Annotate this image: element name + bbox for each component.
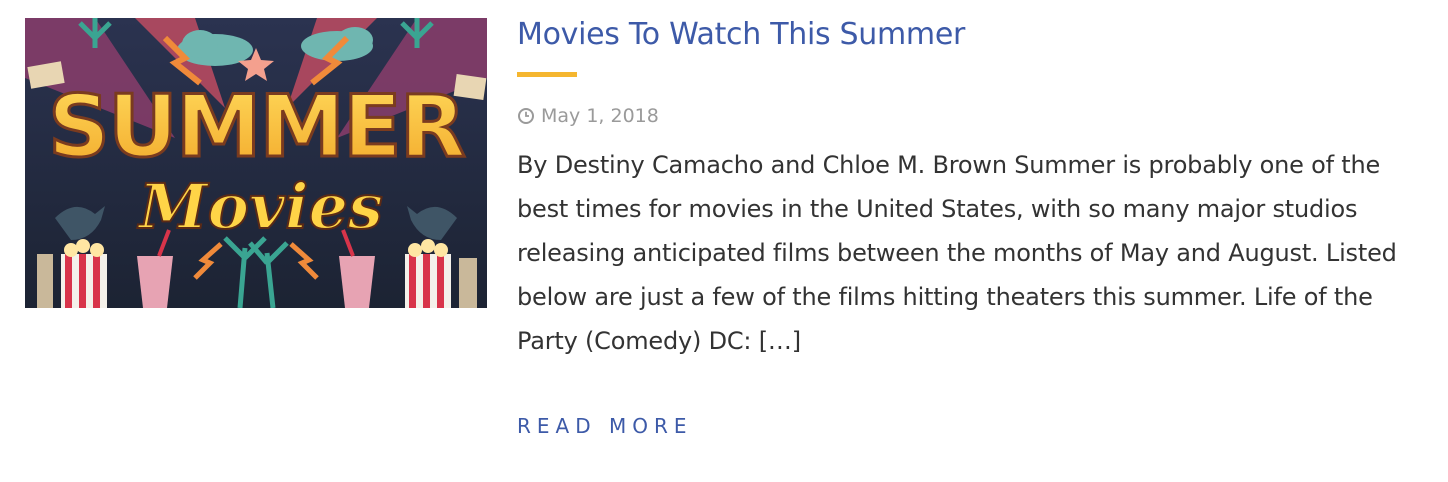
summer-movies-illustration: SUMMER Movies <box>25 18 487 308</box>
clock-icon <box>518 108 534 124</box>
image-script: Movies <box>137 170 383 243</box>
post-date-text: May 1, 2018 <box>541 105 659 127</box>
title-accent-underline <box>517 72 577 77</box>
read-more-link[interactable]: READ MORE <box>517 412 693 440</box>
blog-post-card: SUMMER Movies Movies To Watch This Summe… <box>0 0 1448 482</box>
post-title[interactable]: Movies To Watch This Summer <box>517 14 965 56</box>
post-date: May 1, 2018 <box>517 104 659 128</box>
post-excerpt: By Destiny Camacho and Chloe M. Brown Su… <box>517 151 1397 355</box>
image-headline: SUMMER <box>48 77 465 177</box>
post-thumbnail[interactable]: SUMMER Movies <box>25 18 487 308</box>
